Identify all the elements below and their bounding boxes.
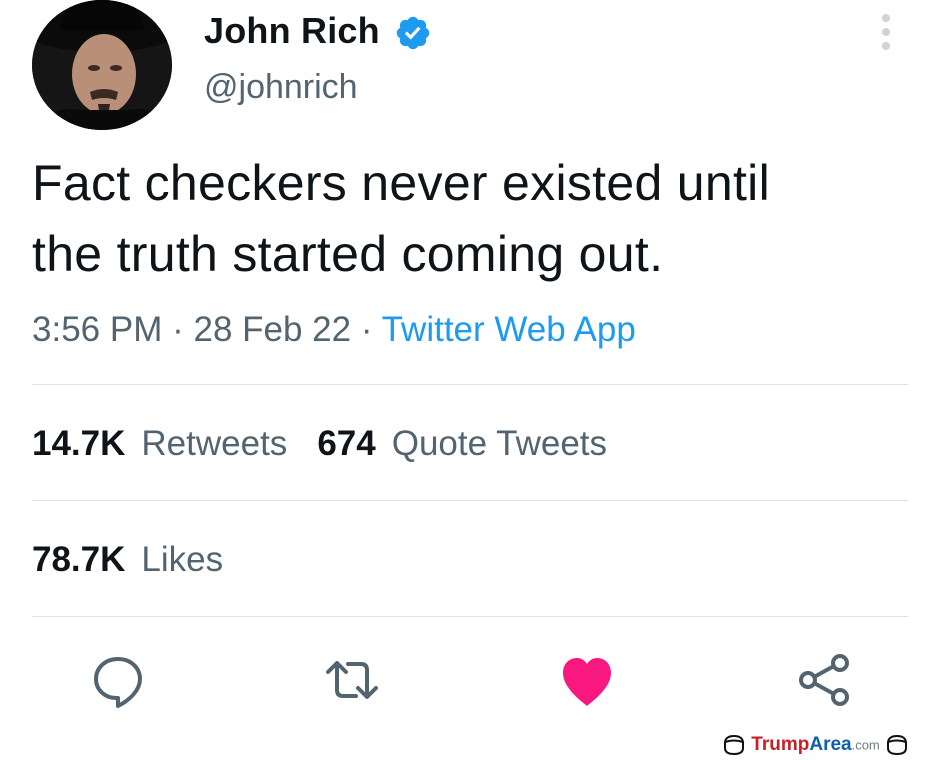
watermark-brand-area: Area [809,734,852,755]
tweet-meta: 3:56 PM · 28 Feb 22 · Twitter Web App [32,310,636,350]
author-avatar[interactable] [32,0,172,130]
quote-tweets-count: 674 [317,424,376,463]
retweet-icon[interactable] [322,650,382,710]
quote-tweets-label: Quote Tweets [391,424,608,463]
retweets-label: Retweets [141,424,288,463]
like-heart-icon[interactable] [557,652,617,712]
meta-separator: · [172,310,184,349]
tweet-text-line: Fact checkers never existed until [32,155,771,211]
tweet-text: Fact checkers never existed until the tr… [32,148,912,290]
divider [32,500,908,501]
trumparea-watermark: TrumpArea.com [722,734,909,760]
share-icon[interactable] [795,650,855,710]
retweets-stat[interactable]: 14.7K Retweets [32,424,287,463]
meta-separator: · [360,310,373,349]
likes-label: Likes [141,540,224,579]
likes-stat[interactable]: 78.7K Likes [32,540,223,580]
tweet-time[interactable]: 3:56 PM [32,310,162,349]
tweet-source-link[interactable]: Twitter Web App [382,310,636,349]
verified-badge-icon [396,16,430,50]
author-handle[interactable]: @johnrich [204,68,358,107]
more-options-icon[interactable] [872,12,900,52]
tweet-date[interactable]: 28 Feb 22 [193,310,351,349]
divider [32,616,908,617]
quote-tweets-stat[interactable]: 674 Quote Tweets [317,424,607,463]
watermark-suffix: .com [851,737,880,753]
profile-photo [32,0,172,130]
reply-icon[interactable] [88,650,148,710]
trump-caricature-icon [724,734,744,756]
watermark-brand-trump: Trump [751,734,810,755]
engagement-stats-row: 14.7K Retweets 674 Quote Tweets [32,424,607,464]
tweet-text-line: the truth started coming out. [32,226,664,282]
author-display-name[interactable]: John Rich [204,10,380,52]
retweets-count: 14.7K [32,424,126,463]
trump-caricature-icon [887,734,908,756]
divider [32,384,908,385]
likes-count: 78.7K [32,540,126,579]
